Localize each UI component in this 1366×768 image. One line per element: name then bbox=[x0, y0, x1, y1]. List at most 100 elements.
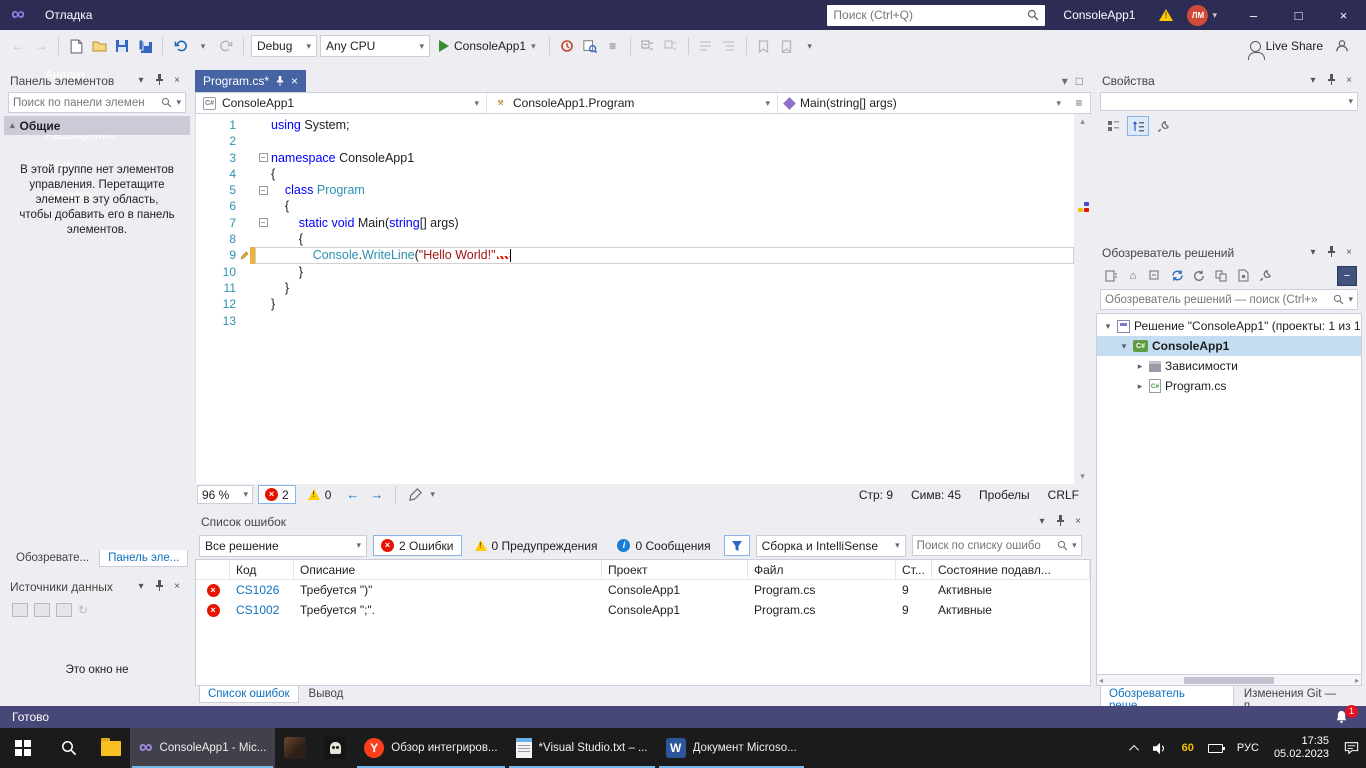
configure-data-source-icon[interactable] bbox=[56, 603, 72, 617]
taskbar-app-game2[interactable] bbox=[315, 728, 355, 768]
scope-dropdown[interactable]: Все решение▾ bbox=[199, 535, 367, 557]
error-code[interactable]: CS1002 bbox=[230, 600, 294, 620]
breakpoint-margin[interactable] bbox=[196, 264, 210, 280]
project-dropdown[interactable]: C# ConsoleApp1 ▾ bbox=[196, 93, 487, 113]
comment-icon[interactable] bbox=[696, 36, 716, 56]
close-icon[interactable]: × bbox=[1342, 247, 1356, 258]
code-line-4[interactable]: 4{ bbox=[196, 166, 1074, 182]
open-file-icon[interactable] bbox=[89, 36, 109, 56]
search-options-chevron-icon[interactable]: ▾ bbox=[1348, 294, 1353, 305]
pin-icon[interactable] bbox=[1324, 74, 1338, 88]
left-dock-tab-1[interactable]: Панель эле... bbox=[99, 550, 188, 567]
battery-icon[interactable] bbox=[1201, 728, 1230, 768]
pin-icon[interactable] bbox=[152, 580, 166, 594]
live-share-button[interactable]: Live Share bbox=[1244, 34, 1329, 58]
taskbar-search-button[interactable] bbox=[46, 728, 92, 768]
solution-explorer-header[interactable]: Обозреватель решений ▾ × bbox=[1096, 242, 1362, 263]
toolbar-options-chevron-icon[interactable]: ▾ bbox=[800, 36, 820, 56]
navigate-back-icon[interactable]: ← bbox=[8, 36, 28, 56]
column-header-3[interactable]: Файл bbox=[748, 560, 896, 580]
zoom-dropdown[interactable]: 96 %▾ bbox=[197, 485, 253, 504]
solution-search-box[interactable]: ▾ bbox=[1100, 289, 1358, 310]
fold-collapse-icon[interactable]: − bbox=[255, 215, 271, 231]
active-files-chevron-icon[interactable]: ▾ bbox=[1062, 74, 1068, 88]
toolbox-search-box[interactable]: ▾ bbox=[8, 92, 186, 113]
error-code[interactable]: CS1026 bbox=[230, 580, 294, 600]
breakpoint-margin[interactable] bbox=[196, 247, 210, 263]
code-line-12[interactable]: 12} bbox=[196, 296, 1074, 312]
taskbar-app-notepad[interactable]: *Visual Studio.txt – ... bbox=[507, 728, 657, 768]
code-line-5[interactable]: 5− class Program bbox=[196, 182, 1074, 198]
toolbox-group-general[interactable]: ▴ Общие bbox=[4, 116, 190, 135]
clock[interactable]: 17:35 05.02.2023 bbox=[1266, 735, 1337, 761]
spaces-indicator[interactable]: Пробелы bbox=[979, 488, 1030, 502]
edit-data-source-icon[interactable] bbox=[34, 603, 50, 617]
breakpoint-margin[interactable] bbox=[196, 198, 210, 214]
tree-item-1[interactable]: ▾C#ConsoleApp1 bbox=[1097, 336, 1361, 356]
taskbar-app-explorer[interactable] bbox=[92, 728, 130, 768]
code-line-7[interactable]: 7− static void Main(string[] args) bbox=[196, 215, 1074, 231]
tray-expand-chevron-icon[interactable] bbox=[1125, 728, 1146, 768]
errors-filter-button[interactable]: × 2 Ошибки bbox=[373, 535, 462, 556]
object-selector-dropdown[interactable]: ▾ bbox=[1100, 92, 1358, 111]
expanded-chevron-icon[interactable]: ▾ bbox=[1119, 341, 1129, 352]
avatar-chevron-icon[interactable]: ▾ bbox=[1212, 10, 1217, 21]
breakpoint-margin[interactable] bbox=[196, 280, 210, 296]
notifications-button[interactable]: 1 bbox=[1335, 710, 1354, 724]
toolbox-header[interactable]: Панель элементов ▾ × bbox=[4, 70, 190, 91]
add-data-source-icon[interactable] bbox=[12, 603, 28, 617]
collapse-all-icon[interactable] bbox=[1145, 266, 1165, 286]
breakpoint-margin[interactable] bbox=[196, 313, 210, 329]
menu-item-6[interactable]: Отладка bbox=[36, 0, 124, 30]
sync-with-active-document-icon[interactable] bbox=[1167, 266, 1187, 286]
next-bookmark-icon[interactable] bbox=[777, 36, 797, 56]
window-position-chevron-icon[interactable]: ▾ bbox=[134, 581, 148, 592]
breakpoint-margin[interactable] bbox=[196, 166, 210, 182]
column-header-2[interactable]: Проект bbox=[602, 560, 748, 580]
warnings-filter-button[interactable]: 0 Предупреждения bbox=[468, 535, 605, 556]
search-options-chevron-icon[interactable]: ▾ bbox=[1072, 540, 1077, 551]
code-line-13[interactable]: 13 bbox=[196, 313, 1074, 329]
column-header-5[interactable]: Состояние подавл... bbox=[932, 560, 1090, 580]
solution-search-input[interactable] bbox=[1105, 294, 1329, 306]
property-pages-icon[interactable] bbox=[1152, 116, 1174, 136]
vertical-scrollbar[interactable]: ▴ ▾ bbox=[1074, 114, 1091, 484]
categorized-icon[interactable] bbox=[1102, 116, 1124, 136]
navigate-forward-icon[interactable]: → bbox=[31, 36, 51, 56]
scroll-right-icon[interactable]: ▸ bbox=[1355, 676, 1359, 685]
char-indicator[interactable]: Симв: 45 bbox=[911, 488, 961, 502]
breakpoint-margin[interactable] bbox=[196, 133, 210, 149]
previous-issue-icon[interactable]: ← bbox=[343, 487, 362, 502]
breakpoint-margin[interactable] bbox=[196, 231, 210, 247]
solution-platforms-icon[interactable]: ≡ bbox=[603, 36, 623, 56]
scroll-up-icon[interactable]: ▴ bbox=[1074, 114, 1091, 129]
type-dropdown[interactable]: ⚒ ConsoleApp1.Program ▾ bbox=[487, 93, 778, 113]
left-dock-tab-0[interactable]: Обозревате... bbox=[8, 550, 97, 566]
minimize-button[interactable]: – bbox=[1231, 0, 1276, 30]
properties-wrench-icon[interactable] bbox=[1255, 266, 1275, 286]
scroll-down-icon[interactable]: ▾ bbox=[1074, 469, 1091, 484]
taskbar-app-word[interactable]: WДокумент Microso... bbox=[657, 728, 806, 768]
window-position-chevron-icon[interactable]: ▾ bbox=[1306, 75, 1320, 86]
line-indicator[interactable]: Стр: 9 bbox=[859, 488, 893, 502]
collapsed-chevron-icon[interactable]: ▸ bbox=[1135, 381, 1145, 392]
pin-icon[interactable] bbox=[152, 74, 166, 88]
window-options-icon[interactable]: □ bbox=[1076, 74, 1083, 88]
error-list-header[interactable]: Список ошибок ▾ × bbox=[195, 511, 1091, 532]
close-tab-icon[interactable]: × bbox=[291, 74, 298, 88]
next-issue-icon[interactable]: → bbox=[367, 487, 386, 502]
undo-chevron-icon[interactable]: ▾ bbox=[193, 36, 213, 56]
configuration-dropdown[interactable]: Debug▾ bbox=[251, 35, 317, 57]
bottom-dock-tab-1[interactable]: Вывод bbox=[301, 686, 352, 702]
member-dropdown[interactable]: Main(string[] args) ▾ bbox=[778, 93, 1068, 113]
scrollbar-thumb[interactable] bbox=[1184, 677, 1274, 684]
breakpoint-margin[interactable] bbox=[196, 182, 210, 198]
refresh-icon[interactable] bbox=[1189, 266, 1209, 286]
error-list-search-input[interactable] bbox=[917, 540, 1053, 552]
new-file-icon[interactable] bbox=[66, 36, 86, 56]
code-line-9[interactable]: 9 Console.WriteLine("Hello World!" bbox=[196, 247, 1074, 263]
code-line-6[interactable]: 6 { bbox=[196, 198, 1074, 214]
source-dropdown[interactable]: Сборка и IntelliSense▾ bbox=[756, 535, 906, 557]
start-debugging-button[interactable]: ConsoleApp1 ▾ bbox=[433, 35, 542, 57]
window-position-chevron-icon[interactable]: ▾ bbox=[1035, 516, 1049, 527]
